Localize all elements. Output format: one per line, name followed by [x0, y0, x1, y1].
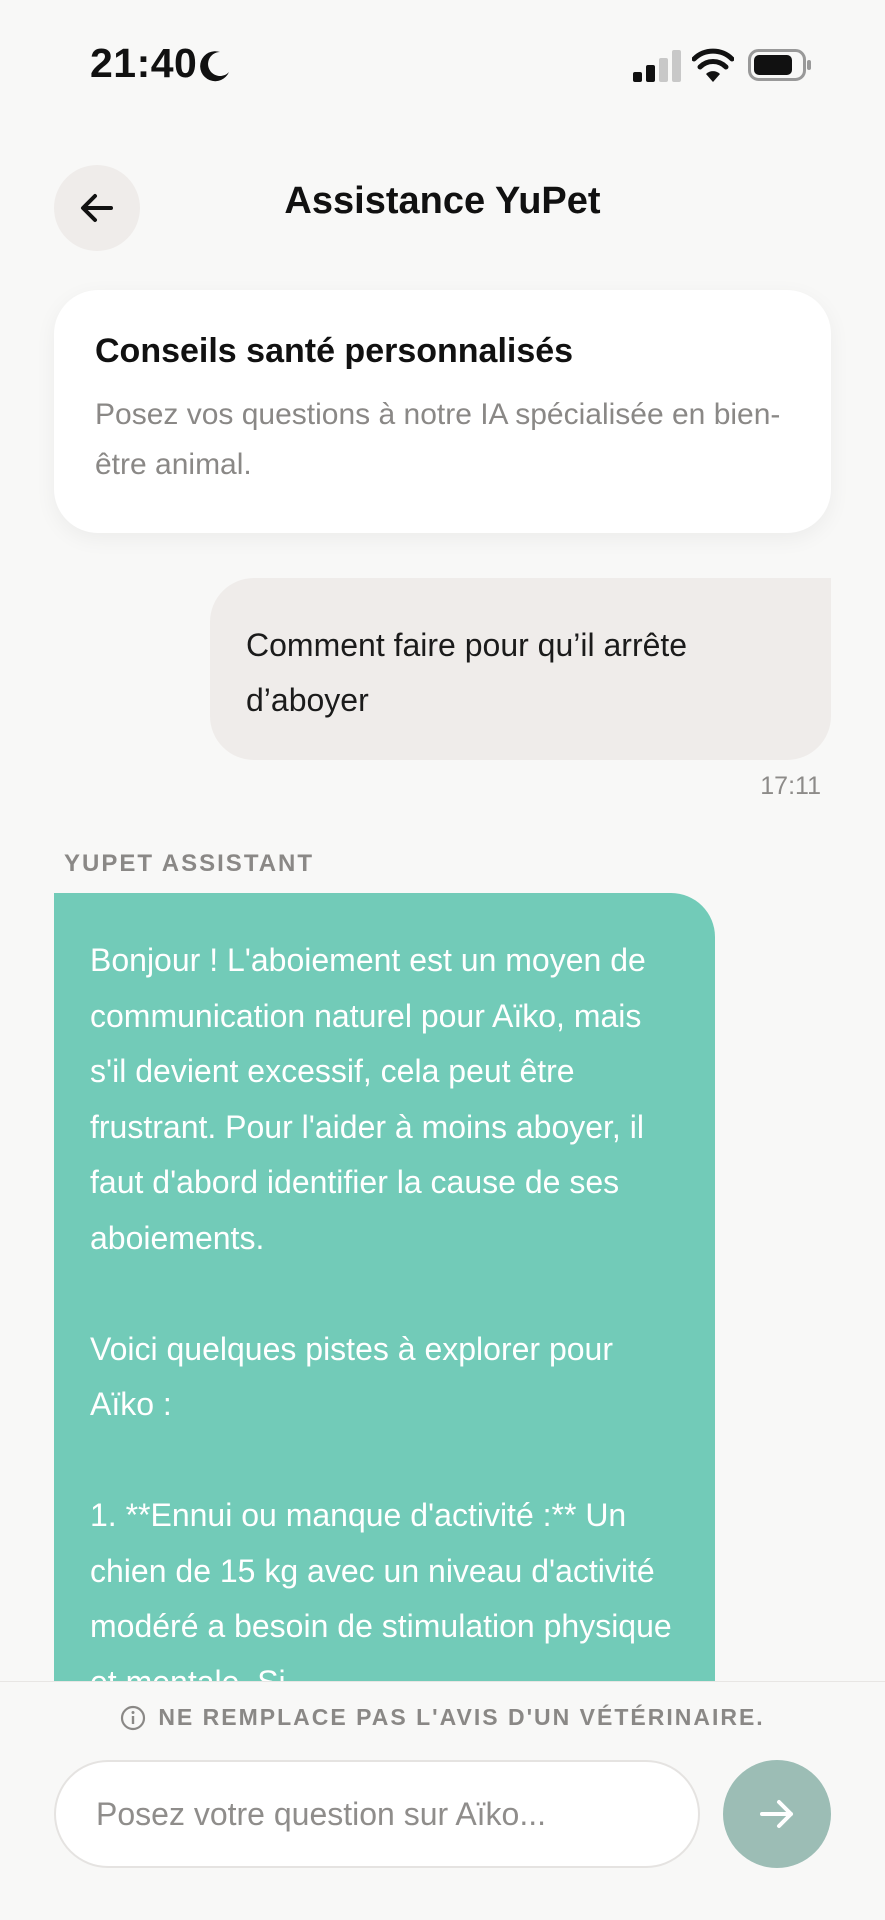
- signal-icon: [633, 50, 681, 82]
- page-title: Assistance YuPet: [284, 180, 601, 222]
- chat-screen: 21:40 Assistance YuPet Conseils santé pe…: [0, 0, 885, 1920]
- user-message-time: 17:11: [760, 772, 821, 800]
- question-input[interactable]: [54, 1760, 700, 1868]
- assistant-message: Bonjour ! L'aboiement est un moyen de co…: [54, 893, 715, 1793]
- info-card: Conseils santé personnalisés Posez vos q…: [54, 290, 831, 533]
- assistant-label: YUPET ASSISTANT: [64, 850, 315, 877]
- info-icon: [121, 1705, 146, 1730]
- info-card-description: Posez vos questions à notre IA spécialis…: [95, 398, 781, 481]
- status-time: 21:40: [90, 40, 198, 86]
- status-bar: 21:40: [0, 0, 885, 130]
- user-message: Comment faire pour qu’il arrête d’aboyer: [210, 578, 831, 760]
- battery-icon: [748, 49, 811, 81]
- wifi-icon: [692, 48, 734, 82]
- disclaimer-text: NE REMPLACE PAS L'AVIS D'UN VÉTÉRINAIRE.: [158, 1704, 765, 1730]
- send-button[interactable]: [723, 1760, 831, 1868]
- arrow-right-icon: [760, 1800, 793, 1828]
- input-panel: NE REMPLACE PAS L'AVIS D'UN VÉTÉRINAIRE.: [0, 1681, 885, 1920]
- moon-icon: [200, 51, 229, 82]
- disclaimer: NE REMPLACE PAS L'AVIS D'UN VÉTÉRINAIRE.: [0, 1704, 885, 1731]
- info-card-title: Conseils santé personnalisés: [95, 332, 574, 370]
